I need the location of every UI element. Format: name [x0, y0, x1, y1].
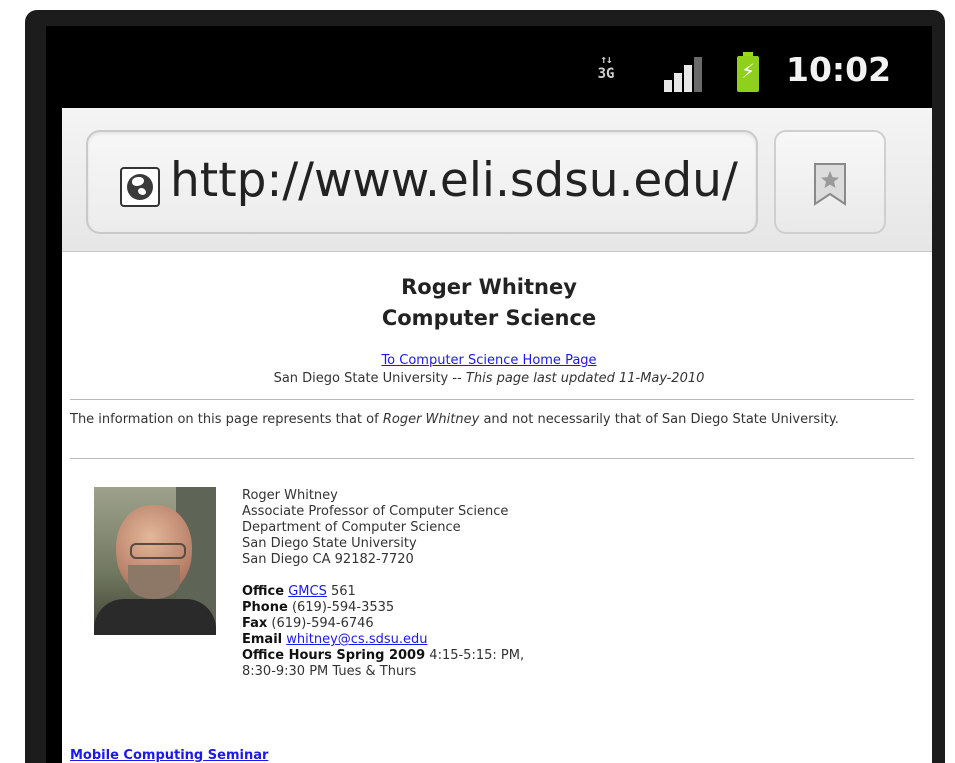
contact-address: San Diego CA 92182-7720 — [242, 552, 414, 567]
fax-label: Fax — [242, 616, 268, 631]
phone-label: Phone — [242, 600, 288, 615]
signal-bar-3 — [684, 65, 692, 92]
disclaimer-prefix: The information on this page represents … — [70, 412, 379, 427]
photo-beard — [128, 565, 180, 599]
phone-line: Phone (619)-594-3535 — [242, 600, 842, 616]
status-clock: 10:02 — [786, 50, 892, 89]
bookmark-icon — [814, 163, 846, 206]
contact-title: Associate Professor of Computer Science — [242, 504, 509, 519]
disclaimer-suffix: and not necessarily that of San Diego St… — [483, 412, 839, 427]
office-room: 561 — [330, 584, 356, 599]
contact-info: Roger Whitney Associate Professor of Com… — [242, 488, 842, 680]
photo-shirt — [94, 599, 216, 635]
disclaimer-name: Roger Whitney — [382, 412, 480, 427]
email-label: Email — [242, 632, 283, 647]
network-arrows: ↑↓ — [600, 53, 612, 66]
network-type-label: 3G — [597, 66, 615, 82]
divider — [70, 399, 914, 400]
office-building-link[interactable]: GMCS — [288, 584, 327, 599]
university-name: San Diego State University -- — [273, 371, 462, 386]
office-line: Office GMCS 561 — [242, 584, 842, 600]
office-label: Office — [242, 584, 285, 599]
email-link[interactable]: whitney@cs.sdsu.edu — [286, 632, 427, 647]
charging-bolt-icon: ⚡ — [741, 59, 756, 83]
profile-photo — [94, 487, 216, 635]
page-subtitle: Computer Science — [381, 306, 597, 330]
page-title: Roger Whitney — [401, 275, 577, 299]
office-hours-label: Office Hours Spring 2009 — [242, 648, 426, 663]
fax-line: Fax (619)-594-6746 — [242, 616, 842, 632]
phone-screen: ↑↓ 3G ⚡ 10:02 http://www.eli.sdsu.edu/ R… — [46, 26, 932, 763]
divider — [70, 458, 914, 459]
fax-number: (619)-594-6746 — [271, 616, 374, 631]
phone-number: (619)-594-3535 — [291, 600, 395, 615]
network-3g-icon: ↑↓ 3G — [594, 53, 618, 89]
mobile-computing-seminar-link[interactable]: Mobile Computing Seminar — [70, 748, 268, 763]
disclaimer: The information on this page represents … — [70, 411, 918, 428]
last-updated: This page last updated 11-May-2010 — [465, 371, 705, 386]
contact-name: Roger Whitney — [242, 488, 338, 503]
photo-glasses — [130, 543, 186, 559]
contact-department: Department of Computer Science — [242, 520, 461, 535]
url-bar[interactable]: http://www.eli.sdsu.edu/ — [86, 130, 758, 234]
signal-bar-2 — [674, 73, 682, 92]
university-line: San Diego State University -- This page … — [62, 370, 916, 388]
home-page-link[interactable]: To Computer Science Home Page — [62, 353, 916, 369]
battery-charging-icon: ⚡ — [737, 52, 759, 92]
status-bar: ↑↓ 3G ⚡ 10:02 — [46, 26, 932, 108]
globe-icon — [120, 167, 160, 207]
signal-bar-1 — [664, 80, 672, 92]
email-line: Email whitney@cs.sdsu.edu — [242, 632, 842, 648]
signal-bar-4 — [694, 57, 702, 92]
office-hours-2: 8:30-9:30 PM Tues & Thurs — [242, 664, 417, 679]
office-hours-line: Office Hours Spring 2009 4:15-5:15: PM, — [242, 648, 842, 664]
globe-land-2 — [138, 188, 146, 195]
browser-toolbar: http://www.eli.sdsu.edu/ — [62, 108, 932, 252]
office-hours-1: 4:15-5:15: PM, — [429, 648, 525, 663]
web-page: Roger Whitney Computer Science To Comput… — [62, 252, 932, 763]
url-text[interactable]: http://www.eli.sdsu.edu/ — [170, 150, 738, 212]
signal-strength-icon — [664, 56, 710, 92]
bookmark-button[interactable] — [774, 130, 886, 234]
contact-university: San Diego State University — [242, 536, 417, 551]
